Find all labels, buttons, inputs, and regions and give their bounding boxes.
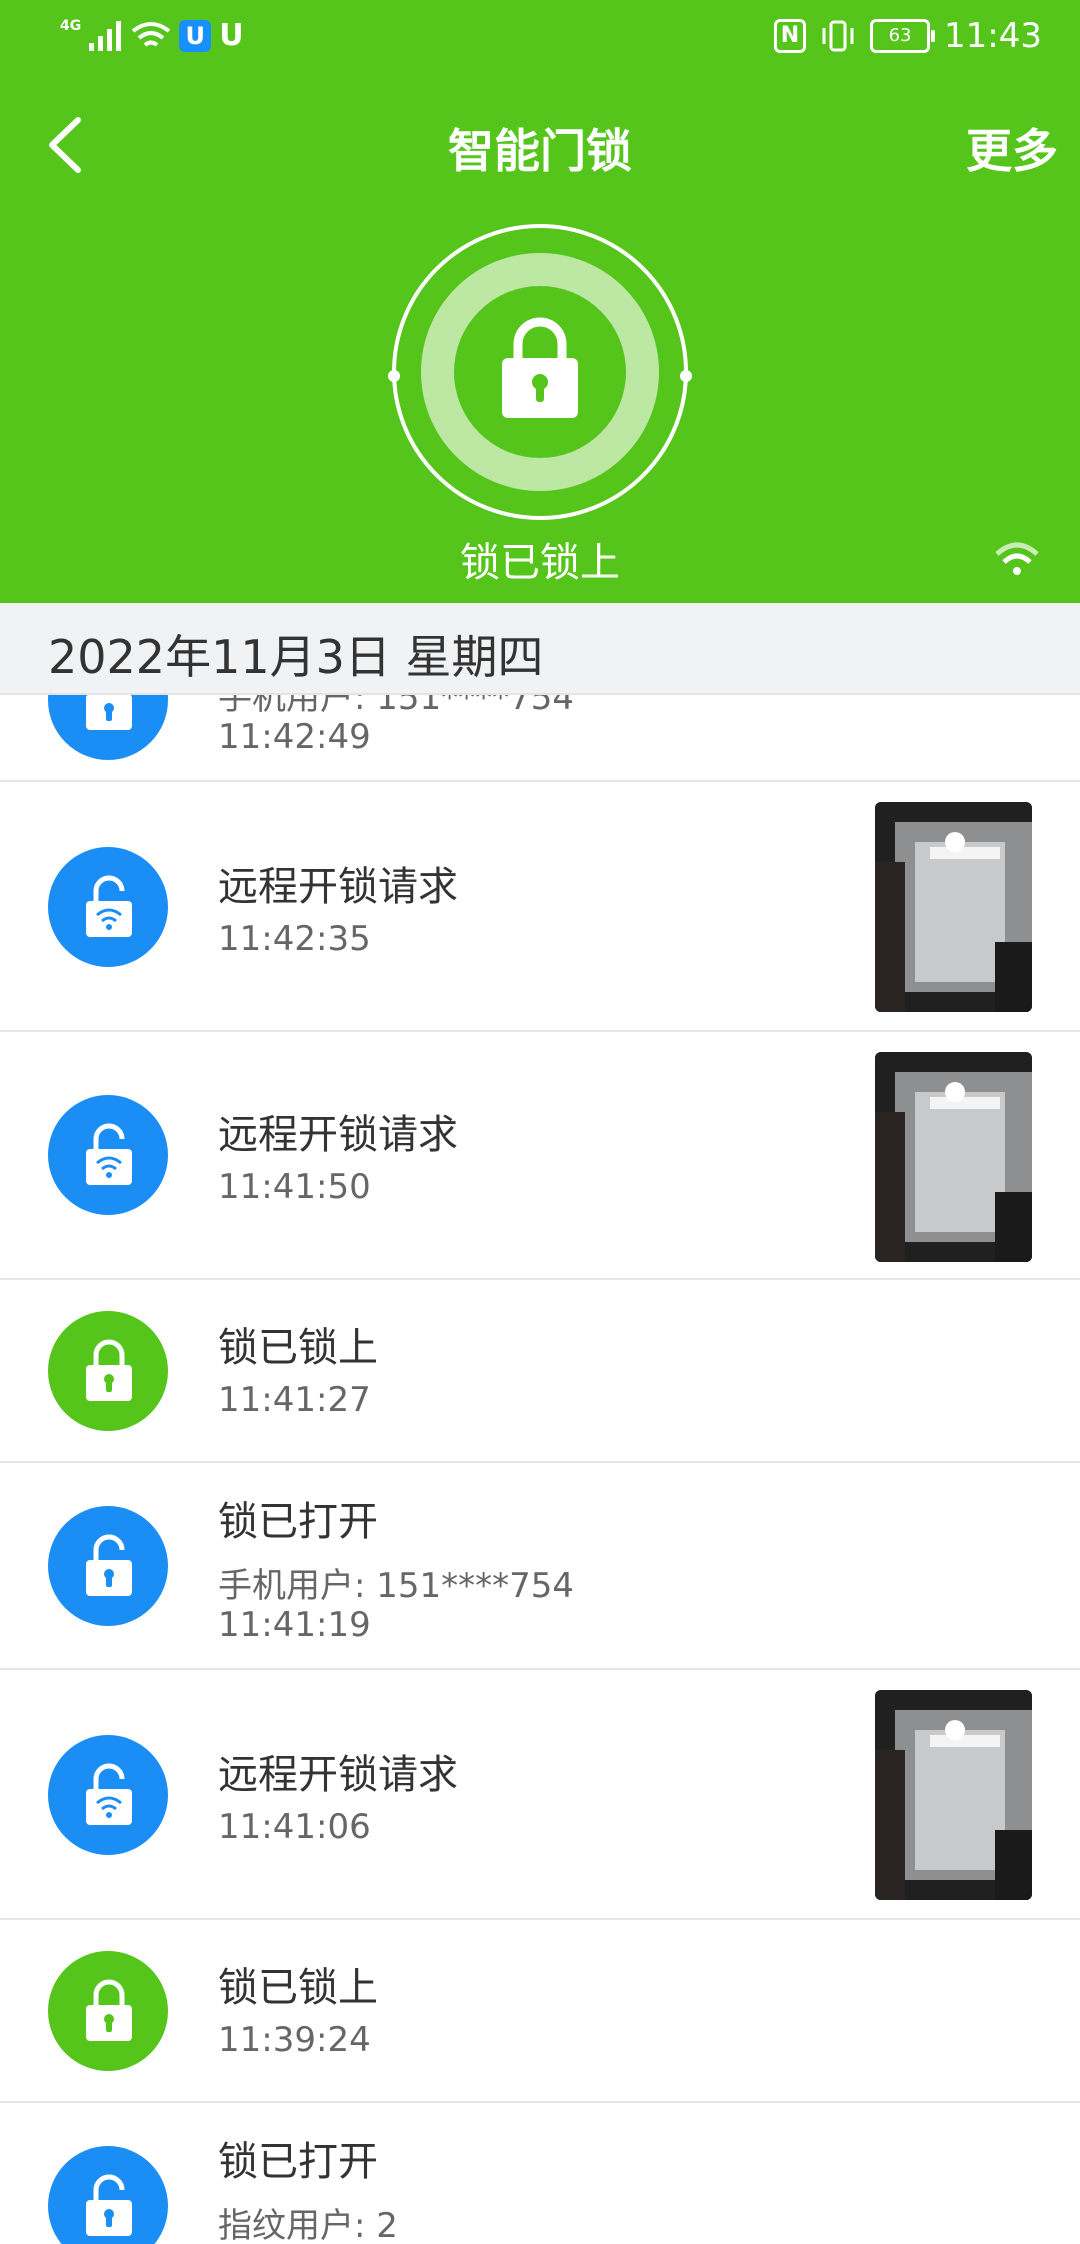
event-row[interactable]: 远程开锁请求 11:41:50	[0, 1032, 1080, 1280]
event-row[interactable]: 锁已打开 手机用户: 151****754 11:41:19	[0, 1463, 1080, 1670]
unlock-icon	[86, 695, 132, 730]
unlock-icon	[86, 2174, 132, 2236]
remote-unlock-icon	[86, 875, 132, 937]
event-title: 远程开锁请求	[218, 864, 458, 910]
lock-toggle-button[interactable]	[454, 286, 626, 458]
event-row[interactable]: 锁已锁上 11:41:27	[0, 1280, 1080, 1463]
remote-unlock-icon	[86, 1123, 132, 1185]
event-time: 11:42:49	[218, 717, 371, 757]
remote-unlock-icon	[86, 1763, 132, 1825]
event-subtitle: 手机用户: 151****754	[218, 695, 575, 718]
snapshot-image	[875, 802, 1032, 1012]
event-row[interactable]: 锁已打开 指纹用户: 2	[0, 2103, 1080, 2244]
app-notification-icon-2: U	[219, 18, 244, 53]
event-title: 远程开锁请求	[218, 1752, 458, 1798]
vibrate-icon	[822, 20, 854, 52]
event-title: 锁已打开	[218, 1499, 378, 1545]
page-title: 智能门锁	[448, 124, 632, 178]
event-icon	[48, 1311, 168, 1431]
event-time: 11:41:06	[218, 1807, 371, 1847]
lock-icon	[86, 1339, 132, 1401]
event-icon	[48, 1951, 168, 2071]
event-icon	[48, 1506, 168, 1626]
connection-wifi-icon	[995, 542, 1039, 575]
event-time: 11:42:35	[218, 919, 371, 959]
event-title: 锁已锁上	[218, 1325, 378, 1371]
battery-icon: 63	[870, 19, 936, 53]
snapshot-image	[875, 1052, 1032, 1262]
event-icon	[48, 1095, 168, 1215]
event-icon	[48, 847, 168, 967]
ring-dot	[680, 370, 692, 382]
event-title: 锁已锁上	[218, 1965, 378, 2011]
signal-icon	[89, 20, 122, 51]
unlock-icon	[86, 1534, 132, 1596]
event-time: 11:41:19	[218, 1605, 371, 1645]
event-subtitle: 指纹用户: 2	[218, 2206, 398, 2244]
header: 4G U U N 63 11:43 智能门锁 更多 锁已锁上	[0, 0, 1080, 603]
status-bar: 4G U U N 63 11:43	[0, 0, 1080, 80]
snapshot-image	[875, 1690, 1032, 1900]
status-left: 4G U U	[60, 17, 244, 54]
network-type: 4G	[60, 17, 82, 34]
lock-status-text: 锁已锁上	[460, 540, 620, 586]
event-row[interactable]: 手机用户: 151****754 11:42:49	[0, 695, 1080, 782]
event-icon	[48, 2146, 168, 2244]
event-subtitle: 手机用户: 151****754	[218, 1566, 575, 1606]
camera-snapshot[interactable]	[875, 802, 1032, 1012]
lock-icon	[86, 1979, 132, 2041]
nfc-icon: N	[774, 19, 807, 53]
event-time: 11:41:50	[218, 1167, 371, 1207]
camera-snapshot[interactable]	[875, 1052, 1032, 1262]
ring-dot	[388, 370, 400, 382]
event-time: 11:41:27	[218, 1380, 371, 1420]
date-header: 2022年11月3日 星期四	[0, 603, 1080, 695]
event-row[interactable]: 远程开锁请求 11:41:06	[0, 1670, 1080, 1920]
app-notification-icon: U	[179, 19, 212, 52]
lock-icon	[502, 317, 578, 418]
event-list[interactable]: 手机用户: 151****754 11:42:49 远程开锁请求 11:42:3…	[0, 695, 1080, 2244]
event-row[interactable]: 锁已锁上 11:39:24	[0, 1920, 1080, 2103]
event-icon	[48, 1735, 168, 1855]
wifi-icon	[132, 21, 171, 47]
status-time: 11:43	[944, 16, 1042, 56]
event-time: 11:39:24	[218, 2020, 371, 2060]
camera-snapshot[interactable]	[875, 1690, 1032, 1900]
date-text: 2022年11月3日 星期四	[48, 630, 544, 684]
event-title: 远程开锁请求	[218, 1112, 458, 1158]
event-icon	[48, 695, 168, 760]
event-row[interactable]: 远程开锁请求 11:42:35	[0, 782, 1080, 1032]
status-right: N 63 11:43	[774, 16, 1042, 56]
event-title: 锁已打开	[218, 2139, 378, 2185]
more-button[interactable]: 更多	[966, 115, 1058, 181]
